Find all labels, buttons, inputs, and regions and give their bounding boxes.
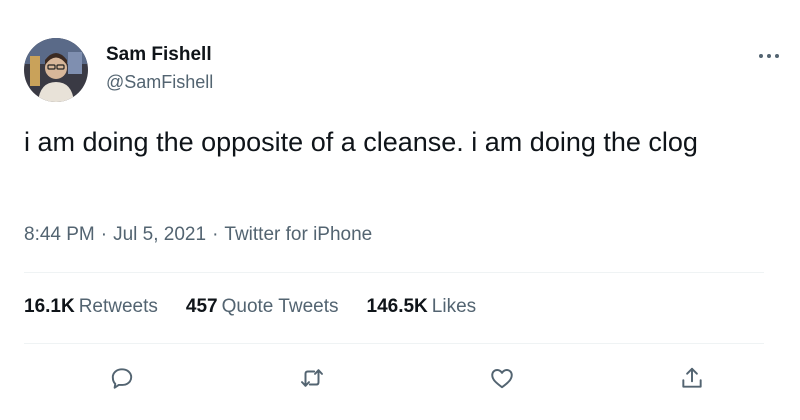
reply-icon: [111, 368, 133, 389]
share-button[interactable]: [674, 360, 710, 396]
tweet-date[interactable]: Jul 5, 2021: [113, 224, 206, 245]
author-handle[interactable]: @SamFishell: [106, 72, 213, 93]
reply-button[interactable]: [104, 360, 140, 396]
tweet-stats: 16.1K Retweets 457 Quote Tweets 146.5K Like…: [24, 296, 476, 318]
stat-label: Quote Tweets: [221, 296, 339, 317]
divider: [24, 272, 764, 273]
stat-quote-tweets[interactable]: 457 Quote Tweets: [186, 296, 339, 318]
stat-label: Likes: [431, 296, 477, 317]
stat-count: 146.5K: [366, 296, 428, 317]
stat-count: 16.1K: [24, 296, 75, 317]
user-avatar-photo: [24, 38, 88, 102]
stat-count: 457: [185, 296, 218, 317]
tweet-source[interactable]: Twitter for iPhone: [224, 224, 372, 245]
stat-likes[interactable]: 146.5K Likes: [367, 296, 477, 318]
more-horizontal-icon: [759, 54, 779, 58]
like-icon: [491, 369, 513, 389]
share-icon: [682, 367, 702, 388]
stat-label: Retweets: [78, 296, 158, 317]
meta-separator: ·: [100, 224, 108, 245]
tweet-card: Sam Fishell @SamFishell i am doing the o…: [0, 0, 800, 420]
meta-separator: ·: [212, 224, 219, 245]
tweet-text: i am doing the opposite of a cleanse. i …: [24, 127, 698, 157]
tweet-metadata: 8:44 PM · Jul 5, 2021 · Twitter for iPhone: [24, 224, 372, 246]
like-button[interactable]: [484, 360, 520, 396]
retweet-button[interactable]: [294, 360, 330, 396]
stat-retweets[interactable]: 16.1K Retweets: [24, 296, 158, 318]
retweet-icon: [301, 369, 323, 387]
more-options-button[interactable]: [752, 44, 786, 68]
avatar[interactable]: [24, 38, 88, 102]
tweet-time[interactable]: 8:44 PM: [24, 224, 95, 245]
divider: [24, 343, 764, 344]
tweet-actions: [24, 360, 764, 396]
author-name[interactable]: Sam Fishell: [106, 44, 212, 66]
